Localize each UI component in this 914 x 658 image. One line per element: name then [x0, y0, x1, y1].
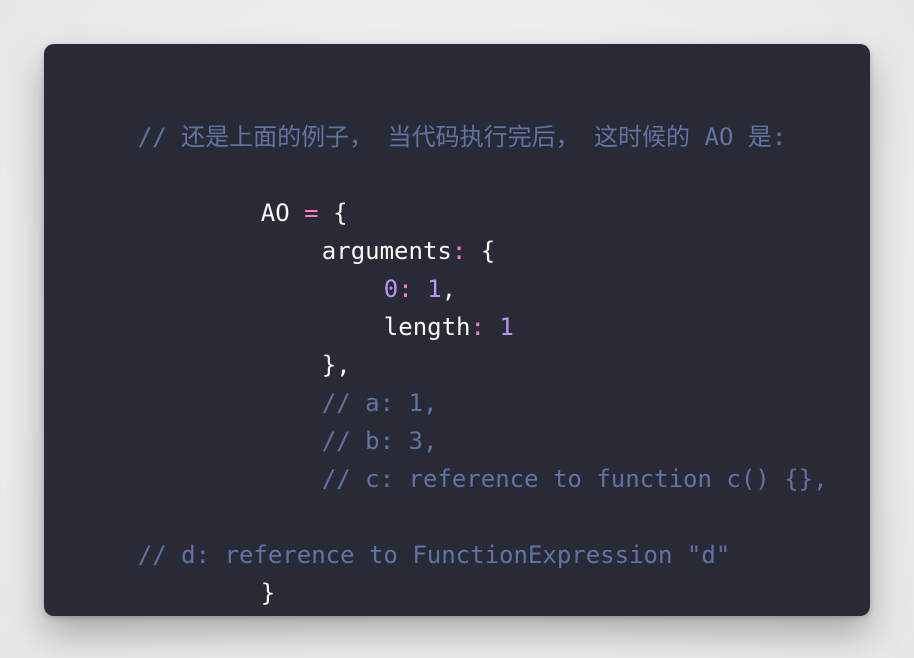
ao-close-line: } [203, 536, 275, 607]
length-colon: : [470, 313, 485, 341]
comment-c-text: // c: reference to function c() {}, [321, 465, 828, 493]
length-line: length: 1 [326, 270, 514, 341]
screenshot: { "colors": { "page_background": "#ecece… [0, 0, 914, 658]
comment-c-line: // c: reference to function c() {}, [264, 422, 828, 493]
zero-entry-line: 0: 1, [326, 232, 456, 303]
comment-d-line: // d: reference to FunctionExpression "d… [80, 498, 730, 569]
ao-line: AO = { [203, 156, 348, 227]
code-block: // 还是上面的例子， 当代码执行完后， 这时候的 AO 是: AO = { a… [44, 44, 870, 616]
arguments-open-brace: { [466, 237, 496, 265]
length-key: length [383, 313, 471, 341]
comment-line-1: // 还是上面的例子， 当代码执行完后， 这时候的 AO 是: [80, 80, 787, 151]
comment-a-line: // a: 1, [264, 346, 438, 417]
comment-text-1: // 还是上面的例子， 当代码执行完后， 这时候的 AO 是: [137, 123, 787, 151]
arguments-line: arguments: { [264, 194, 495, 265]
arguments-close-line: }, [264, 308, 351, 379]
ao-close: } [260, 579, 276, 607]
comment-b-line: // b: 3, [264, 384, 438, 455]
length-value: 1 [484, 313, 514, 341]
